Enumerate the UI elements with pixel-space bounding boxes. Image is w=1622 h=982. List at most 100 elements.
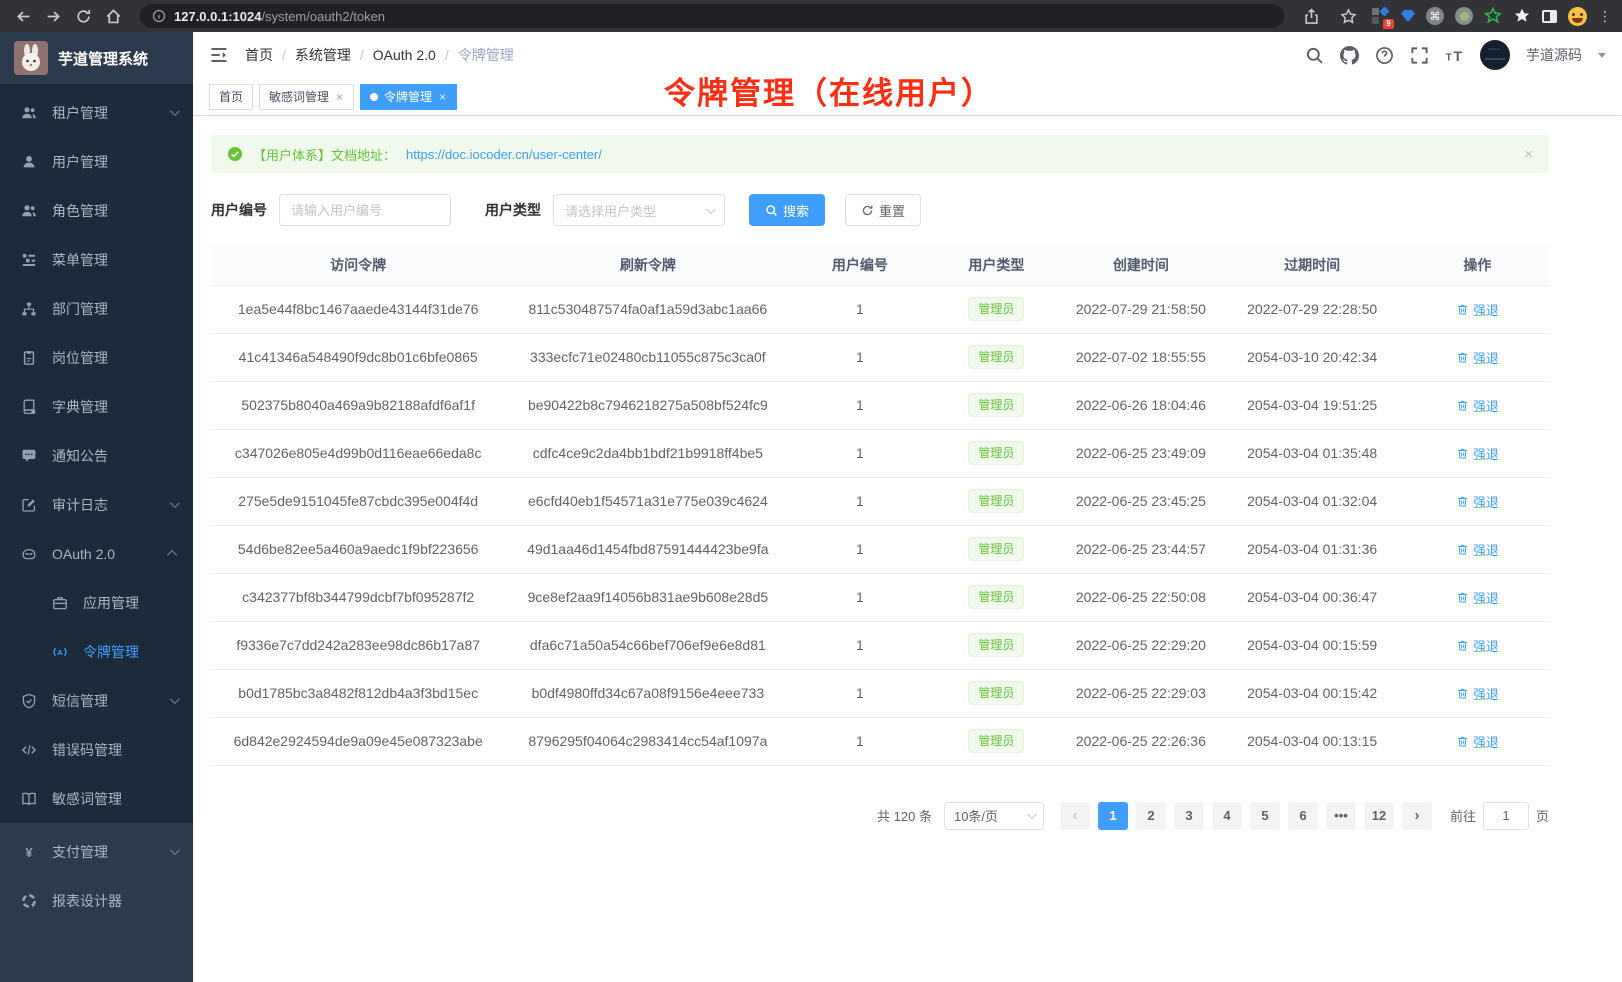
user-avatar[interactable] xyxy=(1480,40,1510,70)
force-logout-button[interactable]: 强退 xyxy=(1456,588,1499,607)
alert-doc-link[interactable]: https://doc.iocoder.cn/user-center/ xyxy=(406,147,602,162)
prev-page-button[interactable]: ‹ xyxy=(1060,802,1090,830)
tab-close-icon[interactable]: × xyxy=(438,90,447,104)
report-icon xyxy=(21,893,37,909)
force-logout-button[interactable]: 强退 xyxy=(1456,540,1499,559)
next-page-button[interactable]: › xyxy=(1402,802,1432,830)
user-menu-caret-icon[interactable] xyxy=(1598,53,1606,58)
tag-item[interactable]: 首页 xyxy=(209,84,253,110)
browser-forward-icon[interactable] xyxy=(40,3,66,29)
expires-at-cell: 2054-03-04 01:32:04 xyxy=(1218,477,1405,525)
goto-page-input[interactable] xyxy=(1483,802,1529,830)
oauth-icon xyxy=(21,546,37,562)
force-logout-button[interactable]: 强退 xyxy=(1456,444,1499,463)
tab-close-icon[interactable]: × xyxy=(335,90,344,104)
force-logout-button[interactable]: 强退 xyxy=(1456,636,1499,655)
breadcrumb-item[interactable]: 首页 xyxy=(245,45,273,65)
action-cell: 强退 xyxy=(1406,669,1549,717)
sidebar-collapse-icon[interactable] xyxy=(209,45,229,65)
share-icon[interactable] xyxy=(1298,3,1324,29)
sidebar-item[interactable]: 角色管理 xyxy=(0,186,193,235)
page-number-button[interactable]: 4 xyxy=(1212,802,1242,830)
sidebar-item[interactable]: 租户管理 xyxy=(0,88,193,137)
created-at-cell: 2022-06-25 22:26:36 xyxy=(1063,717,1218,765)
page-number-button[interactable]: 5 xyxy=(1250,802,1280,830)
bookmark-star-icon[interactable] xyxy=(1335,3,1361,29)
user-id-cell: 1 xyxy=(790,429,929,477)
page-size-select[interactable]: 10条/页 xyxy=(944,802,1044,830)
sidebar-item-label: 通知公告 xyxy=(52,446,108,466)
user-id-input[interactable] xyxy=(279,194,451,226)
github-icon[interactable] xyxy=(1340,46,1359,65)
user-id-cell: 1 xyxy=(790,285,929,333)
page-number-button[interactable]: 1 xyxy=(1098,802,1128,830)
browser-back-icon[interactable] xyxy=(10,3,36,29)
breadcrumb-item[interactable]: 系统管理 xyxy=(295,45,351,65)
browser-reload-icon[interactable] xyxy=(70,3,96,29)
force-logout-button[interactable]: 强退 xyxy=(1456,684,1499,703)
pinned-extension-icon[interactable] xyxy=(1513,7,1531,25)
force-logout-button[interactable]: 强退 xyxy=(1456,732,1499,751)
sidebar-item[interactable]: 部门管理 xyxy=(0,284,193,333)
success-check-icon xyxy=(227,146,243,162)
gem-extension-icon[interactable] xyxy=(1401,10,1415,22)
sidebar-item-label: 用户管理 xyxy=(52,152,108,172)
search-icon[interactable] xyxy=(1305,46,1324,65)
force-logout-button[interactable]: 强退 xyxy=(1456,492,1499,511)
extension-grid-icon[interactable]: 9 xyxy=(1372,7,1390,25)
force-logout-button[interactable]: 强退 xyxy=(1456,396,1499,415)
site-info-icon[interactable] xyxy=(152,9,166,23)
access-token-cell: 275e5de9151045fe87cbdc395e004f4d xyxy=(211,477,505,525)
sidebar-item[interactable]: 字典管理 xyxy=(0,382,193,431)
search-button[interactable]: 搜索 xyxy=(749,194,825,226)
sidebar-item[interactable]: 短信管理 xyxy=(0,676,193,725)
sidebar-item[interactable]: 敏感词管理 xyxy=(0,774,193,823)
chevron-down-icon xyxy=(1027,809,1037,819)
sidebar-item[interactable]: OAuth 2.0 xyxy=(0,529,193,578)
sidebar-item[interactable]: 审计日志 xyxy=(0,480,193,529)
breadcrumb-item[interactable]: OAuth 2.0 xyxy=(373,47,436,63)
username[interactable]: 芋道源码 xyxy=(1526,45,1582,65)
page-number-button[interactable]: 6 xyxy=(1288,802,1318,830)
font-size-icon[interactable]: TT xyxy=(1445,46,1464,65)
access-token-cell: 41c41346a548490f9dc8b01c6bfe0865 xyxy=(211,333,505,381)
sidebar-item[interactable]: 用户管理 xyxy=(0,137,193,186)
access-token-cell: 1ea5e44f8bc1467aaede43144f31de76 xyxy=(211,285,505,333)
command-extension-icon[interactable]: ⌘ xyxy=(1426,7,1444,25)
browser-home-icon[interactable] xyxy=(100,3,126,29)
trash-icon xyxy=(1456,447,1469,460)
sidebar-item[interactable]: 通知公告 xyxy=(0,431,193,480)
sidebar-item[interactable]: ¥支付管理 xyxy=(0,827,193,876)
sidebar-item-label: 应用管理 xyxy=(83,593,139,613)
force-logout-button[interactable]: 强退 xyxy=(1456,300,1499,319)
trash-icon xyxy=(1456,399,1469,412)
help-icon[interactable] xyxy=(1375,46,1394,65)
alert-close-icon[interactable]: × xyxy=(1524,146,1533,163)
tag-active[interactable]: 令牌管理× xyxy=(360,84,457,110)
sidebar-item[interactable]: 应用管理 xyxy=(0,578,193,627)
sidebar-item[interactable]: 报表设计器 xyxy=(0,876,193,925)
access-token-cell: b0d1785bc3a8482f812db4a3f3bd15ec xyxy=(211,669,505,717)
address-bar[interactable]: 127.0.0.1:1024/system/oauth2/token xyxy=(140,4,1284,28)
browser-menu-icon[interactable]: ⋮ xyxy=(1598,8,1608,25)
sidebar-toggle-icon[interactable] xyxy=(1542,10,1557,23)
fullscreen-icon[interactable] xyxy=(1410,46,1429,65)
profile-emoji-avatar[interactable] xyxy=(1568,7,1587,26)
sidebar-item[interactable]: 错误码管理 xyxy=(0,725,193,774)
sidebar-item[interactable]: 菜单管理 xyxy=(0,235,193,284)
force-logout-button[interactable]: 强退 xyxy=(1456,348,1499,367)
reset-button[interactable]: 重置 xyxy=(845,194,921,226)
sidebar-item[interactable]: 岗位管理 xyxy=(0,333,193,382)
column-header: 刷新令牌 xyxy=(505,245,790,285)
page-number-button[interactable]: 3 xyxy=(1174,802,1204,830)
page-number-button[interactable]: 2 xyxy=(1136,802,1166,830)
record-extension-icon[interactable] xyxy=(1455,7,1473,25)
sidebar-item[interactable]: A令牌管理 xyxy=(0,627,193,676)
green-star-extension-icon[interactable] xyxy=(1484,7,1502,25)
tag-item[interactable]: 敏感词管理× xyxy=(259,84,354,110)
page-number-button[interactable]: 12 xyxy=(1364,802,1394,830)
action-cell: 强退 xyxy=(1406,285,1549,333)
pager-more-button[interactable]: ••• xyxy=(1326,802,1356,830)
errcode-icon xyxy=(21,742,37,758)
user-type-select[interactable]: 请选择用户类型 xyxy=(553,194,725,226)
